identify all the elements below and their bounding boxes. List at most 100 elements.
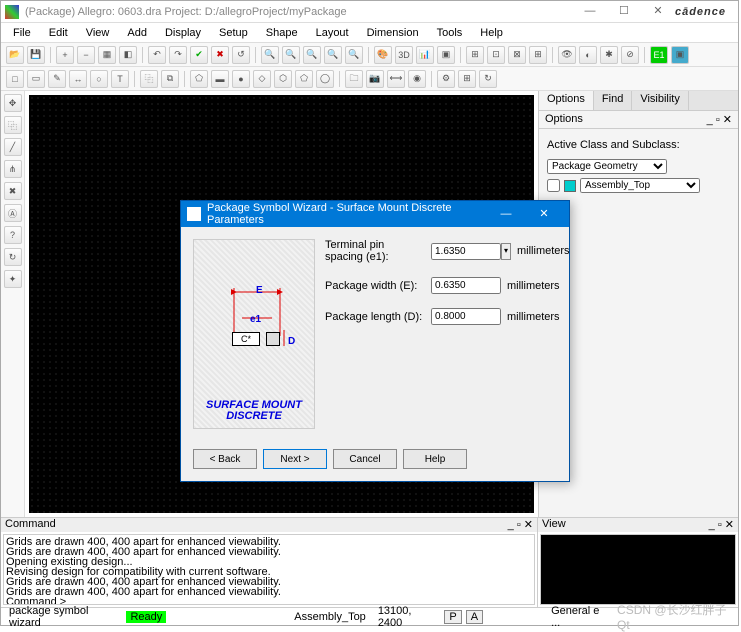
shape-poly-icon[interactable]: ⬠ bbox=[190, 70, 208, 88]
subclass-select[interactable]: Assembly_Top bbox=[580, 178, 700, 193]
dim-icon[interactable]: ⟷ bbox=[387, 70, 405, 88]
vt-label-icon[interactable]: Ⓐ bbox=[4, 204, 22, 222]
table2-icon[interactable]: ⊞ bbox=[458, 70, 476, 88]
back-button[interactable]: < Back bbox=[193, 449, 257, 469]
camera-icon[interactable]: 📷 bbox=[366, 70, 384, 88]
edit-icon[interactable]: ✎ bbox=[48, 70, 66, 88]
vt-cross-icon[interactable]: ✦ bbox=[4, 270, 22, 288]
menu-layout[interactable]: Layout bbox=[308, 25, 357, 41]
gear-icon[interactable]: ⚙ bbox=[437, 70, 455, 88]
dialog-minimize-button[interactable]: — bbox=[487, 201, 525, 227]
xsection-icon[interactable]: ⊘ bbox=[621, 46, 639, 64]
e1-input[interactable] bbox=[431, 243, 501, 260]
tool-copy-icon[interactable]: ⿻ bbox=[140, 70, 158, 88]
D-input[interactable] bbox=[431, 308, 501, 325]
drc-icon[interactable]: ▣ bbox=[437, 46, 455, 64]
status-a-button[interactable]: A bbox=[466, 610, 483, 624]
grid-icon[interactable]: ▦ bbox=[98, 46, 116, 64]
undo-icon[interactable]: ↶ bbox=[148, 46, 166, 64]
vt-copy-icon[interactable]: ⿻ bbox=[4, 116, 22, 134]
vt-vertex-icon[interactable]: ⋔ bbox=[4, 160, 22, 178]
stretch-icon[interactable]: ↔ bbox=[69, 70, 87, 88]
vt-move-icon[interactable]: ✥ bbox=[4, 94, 22, 112]
menu-add[interactable]: Add bbox=[119, 25, 155, 41]
text-icon[interactable]: T bbox=[111, 70, 129, 88]
subclass-color-swatch[interactable] bbox=[564, 180, 576, 192]
shadow-icon[interactable]: ◐ bbox=[579, 46, 597, 64]
ratsnest-icon[interactable]: ✱ bbox=[600, 46, 618, 64]
command-dock-icon[interactable]: _ ▫ ✕ bbox=[508, 518, 533, 532]
color-icon[interactable]: 🎨 bbox=[374, 46, 392, 64]
e1-icon[interactable]: E1 bbox=[650, 46, 668, 64]
menu-dimension[interactable]: Dimension bbox=[359, 25, 427, 41]
zoom-world-icon[interactable]: 🔍 bbox=[282, 46, 300, 64]
panel-dock-icon[interactable]: _ ▫ ✕ bbox=[707, 113, 732, 126]
class-select[interactable]: Package Geometry bbox=[547, 159, 667, 174]
zoom-point-icon[interactable]: 🔍 bbox=[345, 46, 363, 64]
menu-shape[interactable]: Shape bbox=[258, 25, 306, 41]
e1-dropdown-icon[interactable]: ▾ bbox=[501, 243, 511, 260]
zoom-prev-icon[interactable]: 🔍 bbox=[303, 46, 321, 64]
oops-icon[interactable]: ↺ bbox=[232, 46, 250, 64]
layer-icon[interactable]: ◧ bbox=[119, 46, 137, 64]
subclass-visible-checkbox[interactable] bbox=[547, 179, 560, 192]
shape-fcircle-icon[interactable]: ● bbox=[232, 70, 250, 88]
shape-void-icon[interactable]: ◯ bbox=[316, 70, 334, 88]
table-icon[interactable]: ⊞ bbox=[529, 46, 547, 64]
menu-display[interactable]: Display bbox=[157, 25, 209, 41]
open-icon[interactable]: 📂 bbox=[6, 46, 24, 64]
dot-icon[interactable]: ◉ bbox=[408, 70, 426, 88]
redo-icon[interactable]: ↷ bbox=[169, 46, 187, 64]
prop-icon[interactable]: ⊡ bbox=[487, 46, 505, 64]
circle-icon[interactable]: ○ bbox=[90, 70, 108, 88]
box-icon[interactable]: 🗀 bbox=[345, 70, 363, 88]
dialog-titlebar[interactable]: Package Symbol Wizard - Surface Mount Di… bbox=[181, 201, 569, 227]
worldview-dock-icon[interactable]: _ ▫ ✕ bbox=[709, 518, 734, 532]
refresh-icon[interactable]: ↻ bbox=[479, 70, 497, 88]
menu-view[interactable]: View bbox=[78, 25, 118, 41]
menu-help[interactable]: Help bbox=[472, 25, 511, 41]
shape-enable-icon[interactable]: ◇ bbox=[253, 70, 271, 88]
zoom-in-icon[interactable]: + bbox=[56, 46, 74, 64]
menu-edit[interactable]: Edit bbox=[41, 25, 76, 41]
report-icon[interactable]: 📊 bbox=[416, 46, 434, 64]
vt-help-icon[interactable]: ? bbox=[4, 226, 22, 244]
shape-rect-icon[interactable]: □ bbox=[6, 70, 24, 88]
cancel-button[interactable]: Cancel bbox=[333, 449, 397, 469]
shape-poly2-icon[interactable]: ⬠ bbox=[295, 70, 313, 88]
zoom-out-icon[interactable]: − bbox=[77, 46, 95, 64]
tab-visibility[interactable]: Visibility bbox=[632, 91, 689, 110]
next-button[interactable]: Next > bbox=[263, 449, 327, 469]
status-p-button[interactable]: P bbox=[444, 610, 461, 624]
tool-mirror-icon[interactable]: ⧉ bbox=[161, 70, 179, 88]
vt-delete-icon[interactable]: ✖ bbox=[4, 182, 22, 200]
tab-options[interactable]: Options bbox=[539, 91, 594, 110]
menu-setup[interactable]: Setup bbox=[211, 25, 256, 41]
menu-file[interactable]: File bbox=[5, 25, 39, 41]
menu-tools[interactable]: Tools bbox=[429, 25, 471, 41]
maximize-button[interactable]: ☐ bbox=[607, 1, 641, 22]
vt-spin-icon[interactable]: ↻ bbox=[4, 248, 22, 266]
tab-find[interactable]: Find bbox=[594, 91, 632, 110]
E-input[interactable] bbox=[431, 277, 501, 294]
constraint-icon[interactable]: ⊞ bbox=[466, 46, 484, 64]
zoom-fit-icon[interactable]: 🔍 bbox=[261, 46, 279, 64]
last-icon[interactable]: ▣ bbox=[671, 46, 689, 64]
dialog-close-button[interactable]: ✕ bbox=[525, 201, 563, 227]
done-icon[interactable]: ✔ bbox=[190, 46, 208, 64]
3d-icon[interactable]: 3D bbox=[395, 46, 413, 64]
shape-hex-icon[interactable]: ⬡ bbox=[274, 70, 292, 88]
vt-line-icon[interactable]: ╱ bbox=[4, 138, 22, 156]
cancel-icon[interactable]: ✖ bbox=[211, 46, 229, 64]
shape-rect2-icon[interactable]: ▭ bbox=[27, 70, 45, 88]
close-button[interactable]: ✕ bbox=[641, 1, 675, 22]
command-log[interactable]: Grids are drawn 400, 400 apart for enhan… bbox=[3, 534, 535, 605]
minimize-button[interactable]: — bbox=[573, 1, 607, 22]
visibility-icon[interactable]: 👁 bbox=[558, 46, 576, 64]
zoom-sel-icon[interactable]: 🔍 bbox=[324, 46, 342, 64]
save-icon[interactable]: 💾 bbox=[27, 46, 45, 64]
worldview-canvas[interactable] bbox=[540, 534, 736, 605]
help-button[interactable]: Help bbox=[403, 449, 467, 469]
shape-frect-icon[interactable]: ▬ bbox=[211, 70, 229, 88]
swap-icon[interactable]: ⊠ bbox=[508, 46, 526, 64]
